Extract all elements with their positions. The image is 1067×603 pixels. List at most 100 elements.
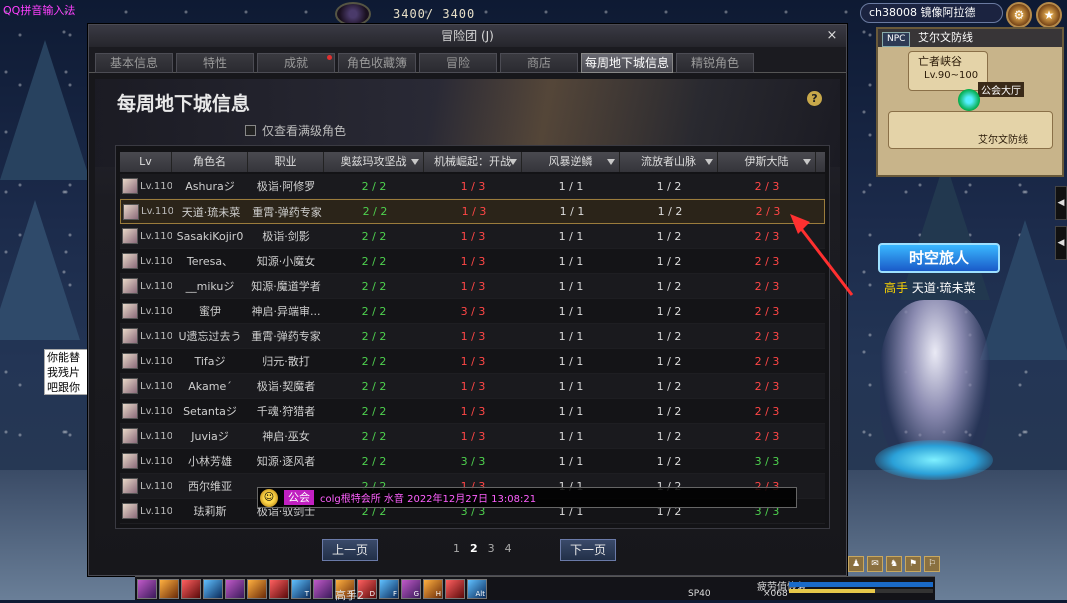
table-row[interactable]: Lv.110 Teresa、 知源·小魔女 2 / 21 / 31 / 11 / 22… — [120, 249, 825, 274]
column-header-4[interactable]: 机械崛起：开战 — [424, 152, 522, 172]
character-name: U遗忘过去う — [178, 330, 242, 343]
column-header-7[interactable]: 伊斯大陆 — [718, 152, 816, 172]
column-header-5[interactable]: 风暴逆鳞 — [522, 152, 620, 172]
level-cell: Lv.110 — [120, 378, 172, 394]
column-header-1[interactable]: 角色名 — [172, 152, 248, 172]
tab-4[interactable]: 冒险 — [419, 53, 497, 73]
skill-slot-icon[interactable]: Alt — [467, 579, 487, 599]
character-name: 蜜伊 — [199, 305, 221, 318]
npc-toggle-button[interactable]: NPC — [882, 32, 911, 47]
menu-gear-icon[interactable]: ⚙ — [1006, 2, 1032, 28]
dungeon-count-2: 1 / 3 — [460, 404, 486, 418]
tab-7[interactable]: 精锐角色 — [676, 53, 754, 73]
prev-page-button[interactable]: 上一页 — [322, 539, 378, 561]
page-number[interactable]: 4 — [505, 542, 512, 555]
dungeon-count-5: 2 / 3 — [754, 329, 780, 343]
dungeon-count-4: 1 / 2 — [656, 454, 682, 468]
tab-2[interactable]: 成就 — [257, 53, 335, 73]
next-page-button[interactable]: 下一页 — [560, 539, 616, 561]
table-row[interactable]: Lv.110 天道·琉未菜 重霄·弹药专家 2 / 21 / 31 / 11 / 22… — [120, 199, 825, 224]
sort-arrow-icon[interactable] — [509, 159, 517, 165]
skill-slot-icon[interactable] — [269, 579, 289, 599]
character-job: 神启·巫女 — [262, 430, 310, 443]
character-job: 归元·散打 — [262, 355, 310, 368]
quick-menu-icon[interactable]: ⚐ — [924, 556, 940, 572]
tab-label: 特性 — [202, 56, 227, 70]
page-number[interactable]: 2 — [470, 542, 478, 555]
tab-bar: 基本信息 特性 成就 角色收藏簿 冒险 商店 每周地下城信息 精锐角色 — [89, 47, 846, 73]
table-row[interactable]: Lv.110 蜜伊 神启·异端审... 2 / 2 3 / 3 1 / 1 1 / 2 2 /… — [120, 299, 825, 324]
quick-menu-icon[interactable]: ♞ — [886, 556, 902, 572]
quick-menu-icon[interactable]: ♟ — [848, 556, 864, 572]
column-header-2[interactable]: 职业 — [248, 152, 324, 172]
side-expand-arrow-icon[interactable]: ◀ — [1055, 186, 1067, 220]
max-level-filter[interactable]: 仅查看满级角色 — [245, 122, 346, 139]
character-job: 知源·魔道学者 — [251, 280, 321, 293]
table-row[interactable]: Lv.110 SasakiKojir0 极诣·剑影 2 / 2 1 / 3 1 / 1 1 … — [120, 224, 825, 249]
skill-slot-icon[interactable] — [225, 579, 245, 599]
skill-slot-icon[interactable] — [181, 579, 201, 599]
player-name: 天道·琉未菜 — [911, 281, 976, 295]
table-row[interactable]: Lv.110 __mikuジ 知源·魔道学者 2 / 2 1 / 3 1 / 1 1 / 2… — [120, 274, 825, 299]
dungeon-count-4: 1 / 2 — [656, 354, 682, 368]
tab-6[interactable]: 每周地下城信息 — [581, 53, 673, 73]
column-header-0[interactable]: Lv — [120, 152, 172, 172]
page-number[interactable]: 1 — [453, 542, 460, 555]
quick-menu-icon[interactable]: ⚑ — [905, 556, 921, 572]
help-icon[interactable]: ? — [807, 91, 822, 106]
table-row[interactable]: Lv.110 Akame´ 极诣·契魔者 2 / 2 1 / 3 1 / 1 1 / 2 2 … — [120, 374, 825, 399]
skill-slot-icon[interactable] — [247, 579, 267, 599]
column-header-3[interactable]: 奥兹玛攻坚战 — [324, 152, 424, 172]
table-row[interactable]: Lv.110 Tifaジ 归元·散打 2 / 2 1 / 3 1 / 1 1 / 2 2 / … — [120, 349, 825, 374]
table-row[interactable]: Lv.110 Juviaジ 神启·巫女 2 / 2 1 / 3 1 / 1 1 / 2 2 /… — [120, 424, 825, 449]
table-row[interactable]: Lv.110 U遗忘过去う 重霄·弹药专家 2 / 2 1 / 3 1 / 1 1 / 2 2… — [120, 324, 825, 349]
skill-slot-icon[interactable] — [159, 579, 179, 599]
tab-0[interactable]: 基本信息 — [95, 53, 173, 73]
close-icon[interactable]: × — [824, 25, 840, 47]
tab-5[interactable]: 商店 — [500, 53, 578, 73]
skill-slot-icon[interactable] — [137, 579, 157, 599]
quick-menu-icon[interactable]: ✉ — [867, 556, 883, 572]
guild-chat-message[interactable]: ☺ 公会 colg根特会所 水音 2022年12月27日 13:08:21 — [257, 487, 797, 508]
skill-slot-icon[interactable]: G — [401, 579, 421, 599]
skill-slot-icon[interactable] — [445, 579, 465, 599]
table-row[interactable]: Lv.110 Ashuraジ 极诣·阿修罗 2 / 2 1 / 3 1 / 1 1 / 2 2… — [120, 174, 825, 199]
minimap[interactable]: NPC 艾尔文防线 亡者峡谷 Lv.90~100 公会大厅 艾尔文防线 — [876, 27, 1064, 177]
table-row[interactable]: Lv.110 小林芳雄 知源·逐风者 2 / 2 3 / 3 1 / 1 1 / 2 3 / … — [120, 449, 825, 474]
level-cell: Lv.110 — [121, 203, 173, 220]
column-header-6[interactable]: 流放者山脉 — [620, 152, 718, 172]
skill-slot-icon[interactable] — [313, 579, 333, 599]
page-number[interactable]: 3 — [488, 542, 495, 555]
dungeon-count-3: 1 / 1 — [558, 179, 584, 193]
skill-slot-icon[interactable]: F — [379, 579, 399, 599]
menu-shop-icon[interactable]: ★ — [1036, 2, 1062, 28]
tab-1[interactable]: 特性 — [176, 53, 254, 73]
exp-bar-fill — [789, 589, 876, 593]
hp-orb-icon — [335, 2, 371, 26]
level-text: Lv.110 — [140, 430, 172, 442]
sort-arrow-icon[interactable] — [411, 159, 419, 165]
avatar — [122, 428, 138, 444]
level-text: Lv.110 — [140, 255, 172, 267]
skill-slot-icon[interactable]: H — [423, 579, 443, 599]
window-titlebar[interactable]: 冒险团 (J) × — [89, 25, 846, 47]
table-header: Lv 角色名 职业 奥兹玛攻坚战 机械崛起：开战 风暴逆鳞 流放者山脉 伊斯大陆 — [120, 152, 825, 172]
sort-arrow-icon[interactable] — [607, 159, 615, 165]
dungeon-count-4: 1 / 2 — [656, 254, 682, 268]
side-expand-arrow-icon[interactable]: ◀ — [1055, 226, 1067, 260]
skill-slot-icon[interactable] — [203, 579, 223, 599]
tab-3[interactable]: 角色收藏簿 — [338, 53, 416, 73]
character-name: 西尔维亚 — [188, 480, 232, 493]
skill-bar: T S D F G H Alt — [135, 576, 935, 600]
table-row[interactable]: Lv.110 Setantaジ 千魂·狩猎者 2 / 2 1 / 3 1 / 1 1 / 2… — [120, 399, 825, 424]
map-guild-hall[interactable]: 公会大厅 — [978, 82, 1024, 97]
sort-arrow-icon[interactable] — [705, 159, 713, 165]
avatar — [122, 353, 138, 369]
sort-arrow-icon[interactable] — [803, 159, 811, 165]
skill-slot-icon[interactable]: T — [291, 579, 311, 599]
character-name: __mikuジ — [185, 280, 235, 293]
channel-indicator[interactable]: ch38008 镜像阿拉德 — [860, 3, 1003, 23]
avatar — [122, 503, 138, 519]
max-level-checkbox[interactable] — [245, 125, 256, 136]
character-name: Ashuraジ — [185, 180, 235, 193]
